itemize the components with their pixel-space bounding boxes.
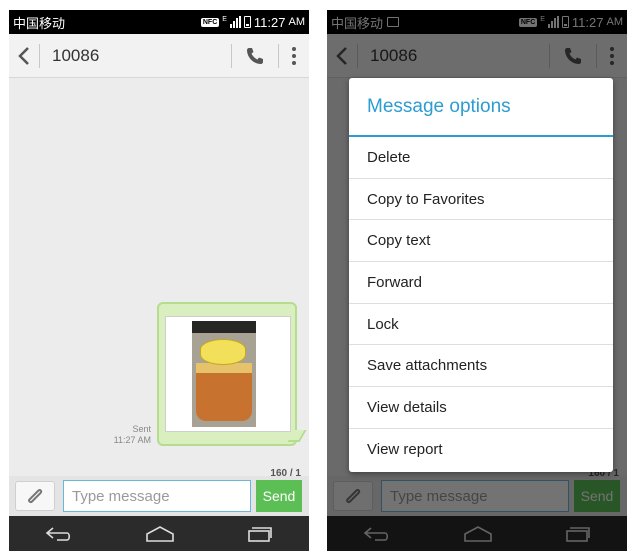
clock-ampm: AM bbox=[288, 16, 306, 28]
compose-bar: Type message Send bbox=[9, 476, 309, 516]
battery-icon bbox=[243, 16, 251, 28]
option-lock[interactable]: Lock bbox=[349, 304, 613, 346]
message-time: 11:27 AM bbox=[113, 435, 151, 445]
message-input[interactable]: Type message bbox=[63, 480, 251, 512]
option-view-details[interactable]: View details bbox=[349, 387, 613, 429]
carrier-name: 中国移动 bbox=[13, 15, 66, 31]
message-bubble[interactable] bbox=[157, 302, 297, 446]
option-forward[interactable]: Forward bbox=[349, 262, 613, 304]
nav-recents-icon[interactable] bbox=[247, 526, 273, 542]
option-delete[interactable]: Delete bbox=[349, 137, 613, 179]
nav-home-icon[interactable] bbox=[145, 525, 175, 542]
nav-back-icon[interactable] bbox=[45, 526, 73, 542]
message-meta: Sent 11:27 AM bbox=[89, 424, 151, 446]
call-button[interactable] bbox=[232, 34, 278, 78]
attachment-image[interactable] bbox=[165, 316, 291, 432]
contact-name: 10086 bbox=[52, 45, 100, 65]
jar-photo bbox=[192, 321, 256, 427]
action-bar: 10086 bbox=[9, 34, 309, 78]
back-button[interactable] bbox=[9, 34, 39, 78]
option-copy-text[interactable]: Copy text bbox=[349, 220, 613, 263]
more-options-button[interactable] bbox=[279, 34, 309, 78]
jar-lid bbox=[200, 339, 246, 365]
divider bbox=[39, 43, 40, 68]
photo-top bbox=[192, 321, 256, 333]
option-view-report[interactable]: View report bbox=[349, 429, 613, 471]
dialog-title: Message options bbox=[349, 78, 613, 137]
more-vert-icon bbox=[292, 46, 296, 65]
attach-button[interactable] bbox=[15, 481, 55, 511]
signal-icon bbox=[229, 16, 241, 28]
phone-icon bbox=[247, 47, 263, 64]
network-type: E bbox=[222, 15, 227, 23]
paperclip-icon bbox=[28, 489, 43, 504]
send-button[interactable]: Send bbox=[256, 480, 302, 512]
message-options-dialog: Message options Delete Copy to Favorites… bbox=[349, 78, 613, 472]
option-copy-to-favorites[interactable]: Copy to Favorites bbox=[349, 179, 613, 221]
nfc-icon: NFC bbox=[200, 17, 220, 27]
conversation-screen: 中国移动 NFC E 11:27 AM 10086 Sent 11:27 AM … bbox=[9, 10, 309, 551]
navigation-bar bbox=[9, 516, 309, 551]
conversation-screen-with-dialog: 中国移动 NFC E 11:27 AM 10086 160 / 1 Type m bbox=[327, 10, 627, 551]
status-bar: 中国移动 NFC E 11:27 AM bbox=[9, 10, 309, 34]
chevron-left-icon bbox=[18, 46, 29, 65]
message-status: Sent bbox=[132, 424, 151, 434]
option-save-attachments[interactable]: Save attachments bbox=[349, 345, 613, 388]
clock-time: 11:27 bbox=[253, 14, 286, 30]
